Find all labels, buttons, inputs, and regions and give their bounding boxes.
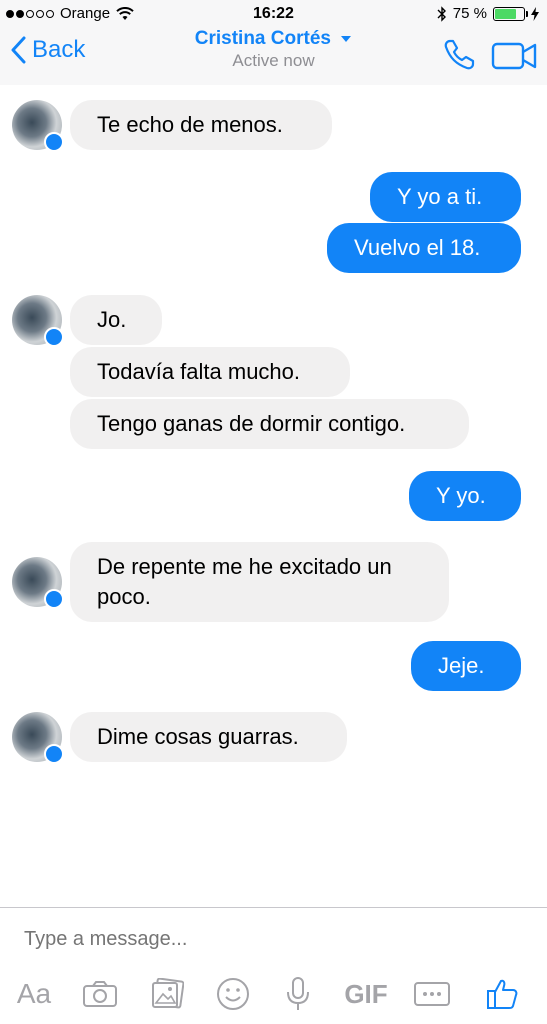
more-button[interactable]: [410, 970, 454, 1018]
composer-divider: [0, 907, 547, 908]
incoming-message[interactable]: De repente me he excitado un poco.: [70, 542, 449, 622]
messenger-badge-icon: [44, 744, 64, 764]
battery-icon: [493, 6, 528, 21]
composer-toolbar: Aa GIF: [0, 970, 547, 1018]
outgoing-message[interactable]: Vuelvo el 18.: [327, 223, 521, 273]
message-input[interactable]: [24, 928, 504, 951]
status-bar: Orange 16:22 75 %: [0, 0, 547, 28]
conversation-header: Back Cristina Cortés Active now: [0, 28, 547, 85]
battery-fill: [495, 8, 516, 19]
phone-icon[interactable]: [442, 38, 476, 72]
contact-name-text: Cristina Cortés: [194, 28, 331, 49]
more-options-icon: [414, 982, 450, 1006]
messenger-badge-icon: [44, 327, 64, 347]
incoming-message[interactable]: Jo.: [70, 295, 162, 345]
messenger-badge-icon: [44, 589, 64, 609]
camera-button[interactable]: [78, 970, 122, 1018]
status-right: 75 %: [437, 5, 539, 22]
smiley-icon: [217, 978, 249, 1010]
bluetooth-icon: [437, 5, 446, 22]
outgoing-message[interactable]: Jeje.: [411, 641, 521, 691]
contact-avatar[interactable]: [12, 295, 64, 347]
contact-avatar[interactable]: [12, 557, 64, 609]
messenger-badge-icon: [44, 132, 64, 152]
incoming-message[interactable]: Dime cosas guarras.: [70, 712, 347, 762]
battery-percent: 75 %: [452, 5, 487, 22]
thumbs-up-icon: [487, 979, 518, 1009]
contact-avatar[interactable]: [12, 712, 64, 764]
voice-button[interactable]: [276, 970, 320, 1018]
incoming-message[interactable]: Todavía falta mucho.: [70, 347, 350, 397]
text-format-button[interactable]: Aa: [12, 970, 56, 1018]
microphone-icon: [287, 977, 309, 1010]
charging-icon: [531, 6, 539, 21]
like-button[interactable]: [480, 970, 524, 1018]
photo-gallery-icon: [152, 978, 184, 1009]
contact-avatar[interactable]: [12, 100, 64, 152]
sticker-button[interactable]: [211, 970, 255, 1018]
video-camera-icon[interactable]: [491, 42, 537, 70]
outgoing-message[interactable]: Y yo.: [409, 471, 521, 521]
incoming-message[interactable]: Te echo de menos.: [70, 100, 332, 150]
gallery-button[interactable]: [145, 970, 189, 1018]
caret-down-icon: [341, 35, 352, 42]
incoming-message[interactable]: Tengo ganas de dormir contigo.: [70, 399, 469, 449]
outgoing-message[interactable]: Y yo a ti.: [370, 172, 521, 222]
gif-button[interactable]: GIF: [340, 970, 392, 1018]
camera-icon: [83, 981, 117, 1007]
